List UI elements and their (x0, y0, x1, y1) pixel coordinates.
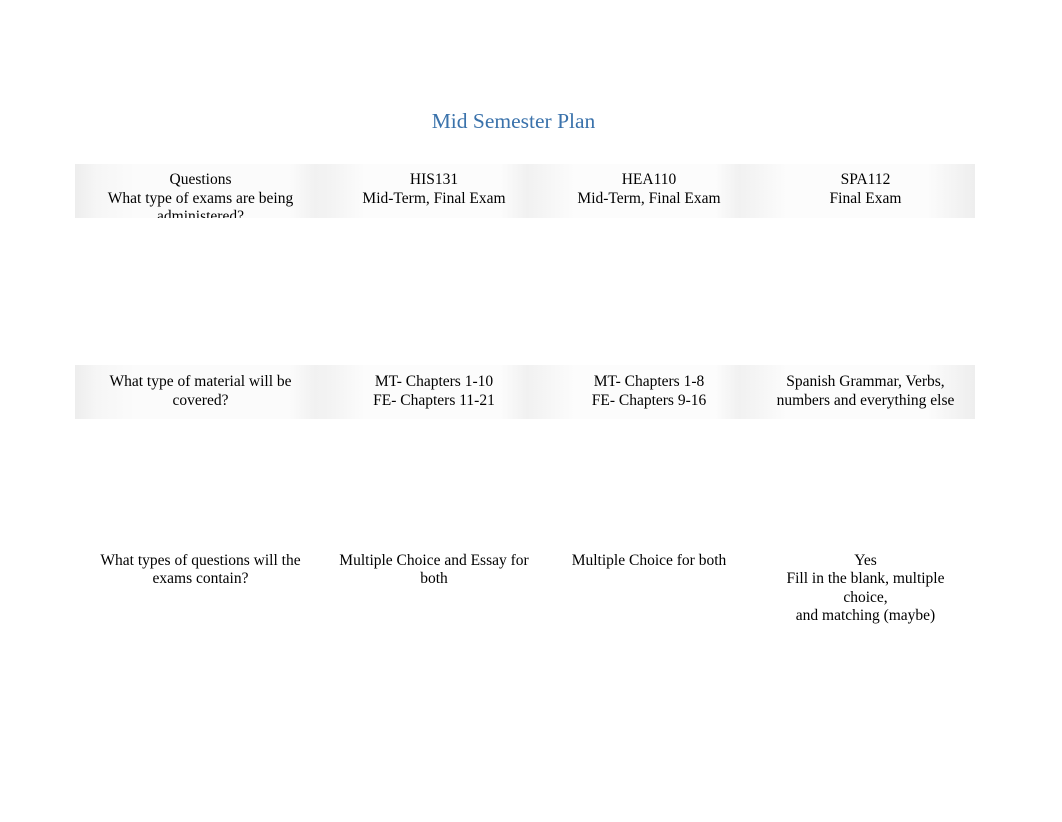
table-cell-questions-header: Questions What type of exams are being a… (75, 171, 326, 218)
page-title: Mid Semester Plan (431, 109, 596, 133)
table-cell-his131-material: MT- Chapters 1-10 FE- Chapters 11-21 (326, 373, 542, 410)
table-cell-his131-header: HIS131 Mid-Term, Final Exam (326, 171, 542, 218)
cell-text: Mid-Term, Final Exam (577, 189, 721, 207)
table-row-material-covered: What type of material will be covered? M… (75, 365, 975, 419)
cell-text: exams contain? (152, 570, 249, 588)
table-cell-hea110-material: MT- Chapters 1-8 FE- Chapters 9-16 (542, 373, 756, 410)
cell-text: MT- Chapters 1-10 (374, 373, 494, 390)
cell-text: Final Exam (829, 189, 902, 207)
cell-text: Spanish Grammar, Verbs, (786, 373, 945, 390)
table-row: Questions What type of exams are being a… (75, 164, 975, 218)
cell-text: FE- Chapters 11-21 (373, 391, 495, 409)
column-header-his131: HIS131 (409, 171, 459, 188)
table-cell-his131-cumulative: Yes Multiple Choice and Essay for both (326, 551, 542, 626)
table-cell-spa112-material: Spanish Grammar, Verbs, numbers and ever… (756, 373, 975, 410)
table-row: What type of material will be covered? M… (75, 365, 975, 410)
cell-text: What type of material will be (109, 373, 292, 390)
column-header-spa112: SPA112 (840, 171, 891, 188)
table-cell-spa112-header: SPA112 Final Exam (756, 171, 975, 218)
column-header-questions: Questions (169, 171, 232, 188)
cell-text: Multiple Choice for both (571, 551, 727, 569)
cell-text: Fill in the blank, multiple choice, (786, 570, 945, 606)
cell-text: What types of questions will the (100, 551, 301, 569)
table-cell-hea110-header: HEA110 Mid-Term, Final Exam (542, 171, 756, 218)
cell-text: What type of exams are being (107, 189, 294, 207)
cell-text: Yes (854, 551, 877, 569)
cell-text: both (420, 570, 448, 588)
table-cell-questions-material: What type of material will be covered? (75, 373, 326, 410)
table-header-row: Questions What type of exams are being a… (75, 164, 975, 218)
cell-text: and matching (maybe) (795, 607, 936, 625)
table-cell-hea110-cumulative: Yes Multiple Choice for both (542, 551, 756, 626)
cell-text: MT- Chapters 1-8 (593, 373, 705, 390)
cell-text: numbers and everything else (776, 391, 955, 409)
column-header-hea110: HEA110 (621, 171, 677, 188)
cell-text: FE- Chapters 9-16 (591, 391, 707, 409)
table-row: Is the exam cumulative? What types of qu… (75, 551, 975, 626)
table-row-cumulative: Is the exam cumulative? What types of qu… (75, 551, 975, 635)
cell-text: covered? (172, 391, 229, 409)
cell-text-clipped: administered? (157, 208, 244, 218)
cell-text: Mid-Term, Final Exam (362, 189, 506, 207)
table-cell-spa112-cumulative: learned in Chapters 4-7. Yes Fill in the… (756, 551, 975, 626)
cell-text: Multiple Choice and Essay for (339, 551, 529, 569)
table-cell-questions-cumulative: Is the exam cumulative? What types of qu… (75, 551, 326, 626)
